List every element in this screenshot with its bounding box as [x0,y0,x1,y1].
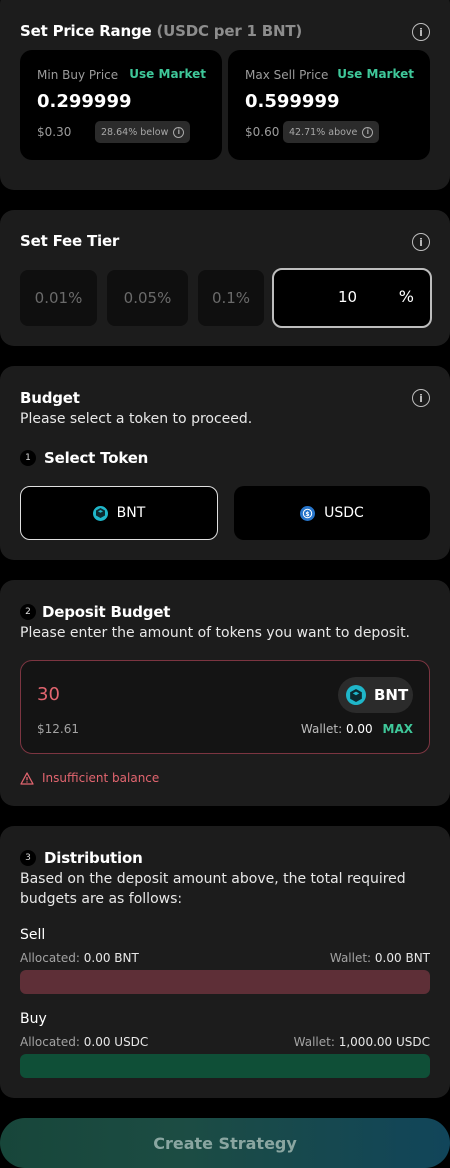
min-buy-price-label: Min Buy Price [37,68,119,82]
info-icon[interactable]: i [412,389,430,407]
buy-wallet: Wallet: 1,000.00 USDC [294,1035,430,1049]
min-price-pct-badge: 28.64% below i [95,121,191,143]
buy-label: Buy [20,1011,47,1027]
min-buy-price-value[interactable]: 0.299999 [37,91,132,112]
buy-allocated-label: Allocated: [20,1035,80,1049]
max-price-pct-badge: 42.71% above i [283,121,380,143]
fee-custom-value[interactable]: 10 [338,288,357,306]
fee-option-0-05[interactable]: 0.05% [107,270,188,326]
sell-allocated-label: Allocated: [20,951,80,965]
deposit-amount-input[interactable]: 30 [37,684,60,705]
info-icon[interactable]: i [173,126,185,138]
min-buy-price-box[interactable]: Min Buy Price Use Market 0.299999 $0.30 … [20,50,222,160]
min-price-pct-text: 28.64% below [101,126,169,138]
buy-wallet-label: Wallet: [293,1035,335,1049]
price-range-unit: (USDC per 1 BNT) [156,22,303,40]
sell-wallet-value: 0.00 BNT [374,951,430,965]
bancor-icon [346,685,366,705]
sell-label: Sell [20,927,46,943]
sell-allocation-bar [20,970,430,994]
min-buy-price-usd: $0.30 [37,125,72,139]
token-usdc-label: USDC [324,505,364,521]
select-token-label: Select Token [44,449,149,467]
buy-allocated-value: 0.00 USDC [83,1035,149,1049]
info-icon[interactable]: i [412,23,430,41]
deposit-wallet-balance: Wallet: 0.00 MAX [301,722,413,736]
buy-allocation-bar [20,1054,430,1078]
distribution-card: 3 Distribution Based on the deposit amou… [0,826,450,1098]
price-range-title: Set Price Range (USDC per 1 BNT) [20,22,302,40]
warning-text: Insufficient balance [42,771,160,785]
price-range-title-text: Set Price Range [20,22,152,40]
info-icon[interactable]: i [362,126,374,138]
fee-option-0-1[interactable]: 0.1% [198,270,264,326]
max-button[interactable]: MAX [383,722,413,736]
deposit-token-label: BNT [374,686,409,704]
distribution-desc-line1: Based on the deposit amount above, the t… [20,871,406,887]
svg-text:$: $ [306,511,310,518]
deposit-subtitle: Please enter the amount of tokens you wa… [20,625,411,641]
buy-wallet-value: 1,000.00 USDC [338,1035,430,1049]
sell-wallet: Wallet: 0.00 BNT [330,951,430,965]
warning-icon [20,771,34,785]
budget-subtitle: Please select a token to proceed. [20,411,253,427]
sell-wallet-label: Wallet: [329,951,372,965]
fee-custom-input[interactable]: 10 % [272,268,432,328]
distribution-title: Distribution [44,849,143,867]
token-bnt-label: BNT [116,505,146,521]
max-sell-price-usd: $0.60 [245,125,280,139]
fee-option-0-01[interactable]: 0.01% [20,270,97,326]
sell-allocated-value: 0.00 BNT [83,951,139,965]
price-range-card: Set Price Range (USDC per 1 BNT) i Min B… [0,0,450,190]
wallet-label: Wallet: [300,722,343,736]
max-price-pct-text: 42.71% above [289,126,358,138]
max-use-market-button[interactable]: Use Market [337,67,414,81]
max-sell-price-value[interactable]: 0.599999 [245,91,340,112]
token-usdc-button[interactable]: $ USDC [234,486,430,540]
step-number-3: 3 [20,850,36,866]
distribution-desc-line2: budgets are as follows: [20,891,183,907]
budget-title: Budget [20,389,80,407]
usdc-icon: $ [300,505,316,521]
fee-custom-unit: % [398,287,414,306]
create-strategy-button[interactable]: Create Strategy [0,1118,450,1168]
insufficient-balance-warning: Insufficient balance [20,771,159,785]
buy-allocated: Allocated: 0.00 USDC [20,1035,148,1049]
max-sell-price-box[interactable]: Max Sell Price Use Market 0.599999 $0.60… [228,50,430,160]
token-bnt-button[interactable]: BNT [20,486,218,540]
deposit-budget-title: Deposit Budget [42,603,171,621]
deposit-usd-value: $12.61 [37,722,79,736]
max-sell-price-label: Max Sell Price [245,68,329,82]
deposit-input-box[interactable]: 30 BNT $12.61 Wallet: 0.00 MAX [20,660,430,754]
sell-allocated: Allocated: 0.00 BNT [20,951,139,965]
step-number-2: 2 [20,604,36,620]
step-number-1: 1 [20,450,36,466]
wallet-value: 0.00 [345,722,373,736]
fee-tier-title: Set Fee Tier [20,232,120,250]
deposit-token-pill: BNT [338,677,413,713]
info-icon[interactable]: i [412,233,430,251]
min-use-market-button[interactable]: Use Market [129,67,206,81]
bancor-icon [92,505,108,521]
